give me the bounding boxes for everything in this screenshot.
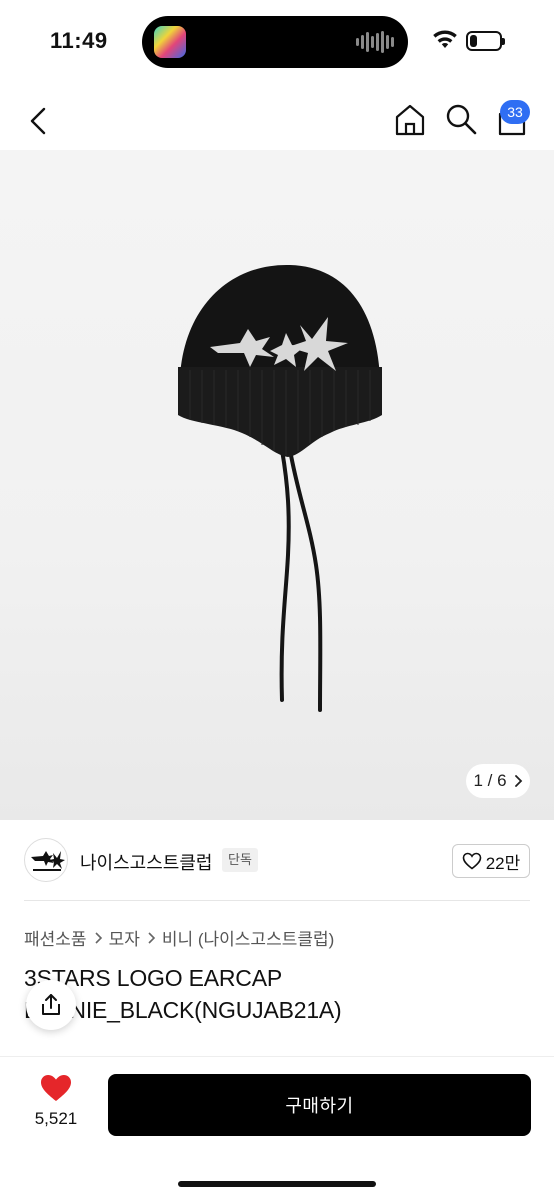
- breadcrumb-item[interactable]: 패션소품: [24, 925, 87, 950]
- brand-name[interactable]: 나이스고스트클럽: [80, 849, 212, 875]
- cart-count-badge: 33: [500, 100, 530, 124]
- divider: [24, 900, 530, 901]
- brand-logo[interactable]: [24, 838, 68, 882]
- brand-like-button[interactable]: 22만: [452, 844, 530, 878]
- brand-like-count: 22만: [485, 853, 521, 873]
- status-bar: 11:49: [0, 0, 554, 84]
- audio-waveform-icon: [356, 31, 394, 53]
- heart-filled-icon: [41, 1075, 71, 1101]
- chevron-right-icon: [514, 775, 522, 787]
- breadcrumb-item[interactable]: 비니 (나이스고스트클럽): [162, 925, 334, 950]
- status-time: 11:49: [50, 28, 108, 53]
- product-title: 3STARS LOGO EARCAP BEANIE_BLACK(NGUJAB21…: [24, 965, 342, 1023]
- buy-button[interactable]: 구매하기: [108, 1074, 531, 1136]
- dynamic-island: [142, 16, 408, 68]
- brand-logo-mark: [31, 851, 65, 871]
- home-indicator: [178, 1181, 376, 1187]
- bottom-action-bar: 5,521 구매하기: [0, 1056, 554, 1200]
- heart-outline-icon: [462, 852, 482, 870]
- battery-level: [470, 35, 477, 47]
- wishlist-button[interactable]: 5,521: [24, 1073, 88, 1129]
- chevron-right-icon: [148, 931, 155, 944]
- share-button[interactable]: [26, 980, 76, 1030]
- share-icon: [42, 994, 60, 1015]
- exclusive-badge: 단독: [222, 848, 258, 872]
- brand-row: 나이스고스트클럽 단독 22만: [0, 836, 554, 886]
- top-navigation: [0, 96, 554, 146]
- product-image-gallery[interactable]: 1 / 6: [0, 150, 554, 820]
- now-playing-artwork: [154, 26, 186, 58]
- chevron-left-icon[interactable]: [22, 104, 56, 138]
- search-icon[interactable]: [444, 102, 478, 136]
- pager-counter: 1 / 6: [473, 771, 507, 790]
- home-icon[interactable]: [392, 102, 428, 138]
- battery-icon: [466, 31, 505, 51]
- breadcrumb-item[interactable]: 모자: [109, 925, 140, 950]
- wishlist-count: 5,521: [34, 1109, 78, 1128]
- breadcrumb: 패션소품 모자 비니 (나이스고스트클럽): [24, 925, 334, 950]
- wifi-icon: [433, 30, 457, 48]
- image-pager[interactable]: 1 / 6: [466, 764, 530, 798]
- beanie-product-image: [178, 264, 382, 712]
- chevron-right-icon: [94, 931, 102, 944]
